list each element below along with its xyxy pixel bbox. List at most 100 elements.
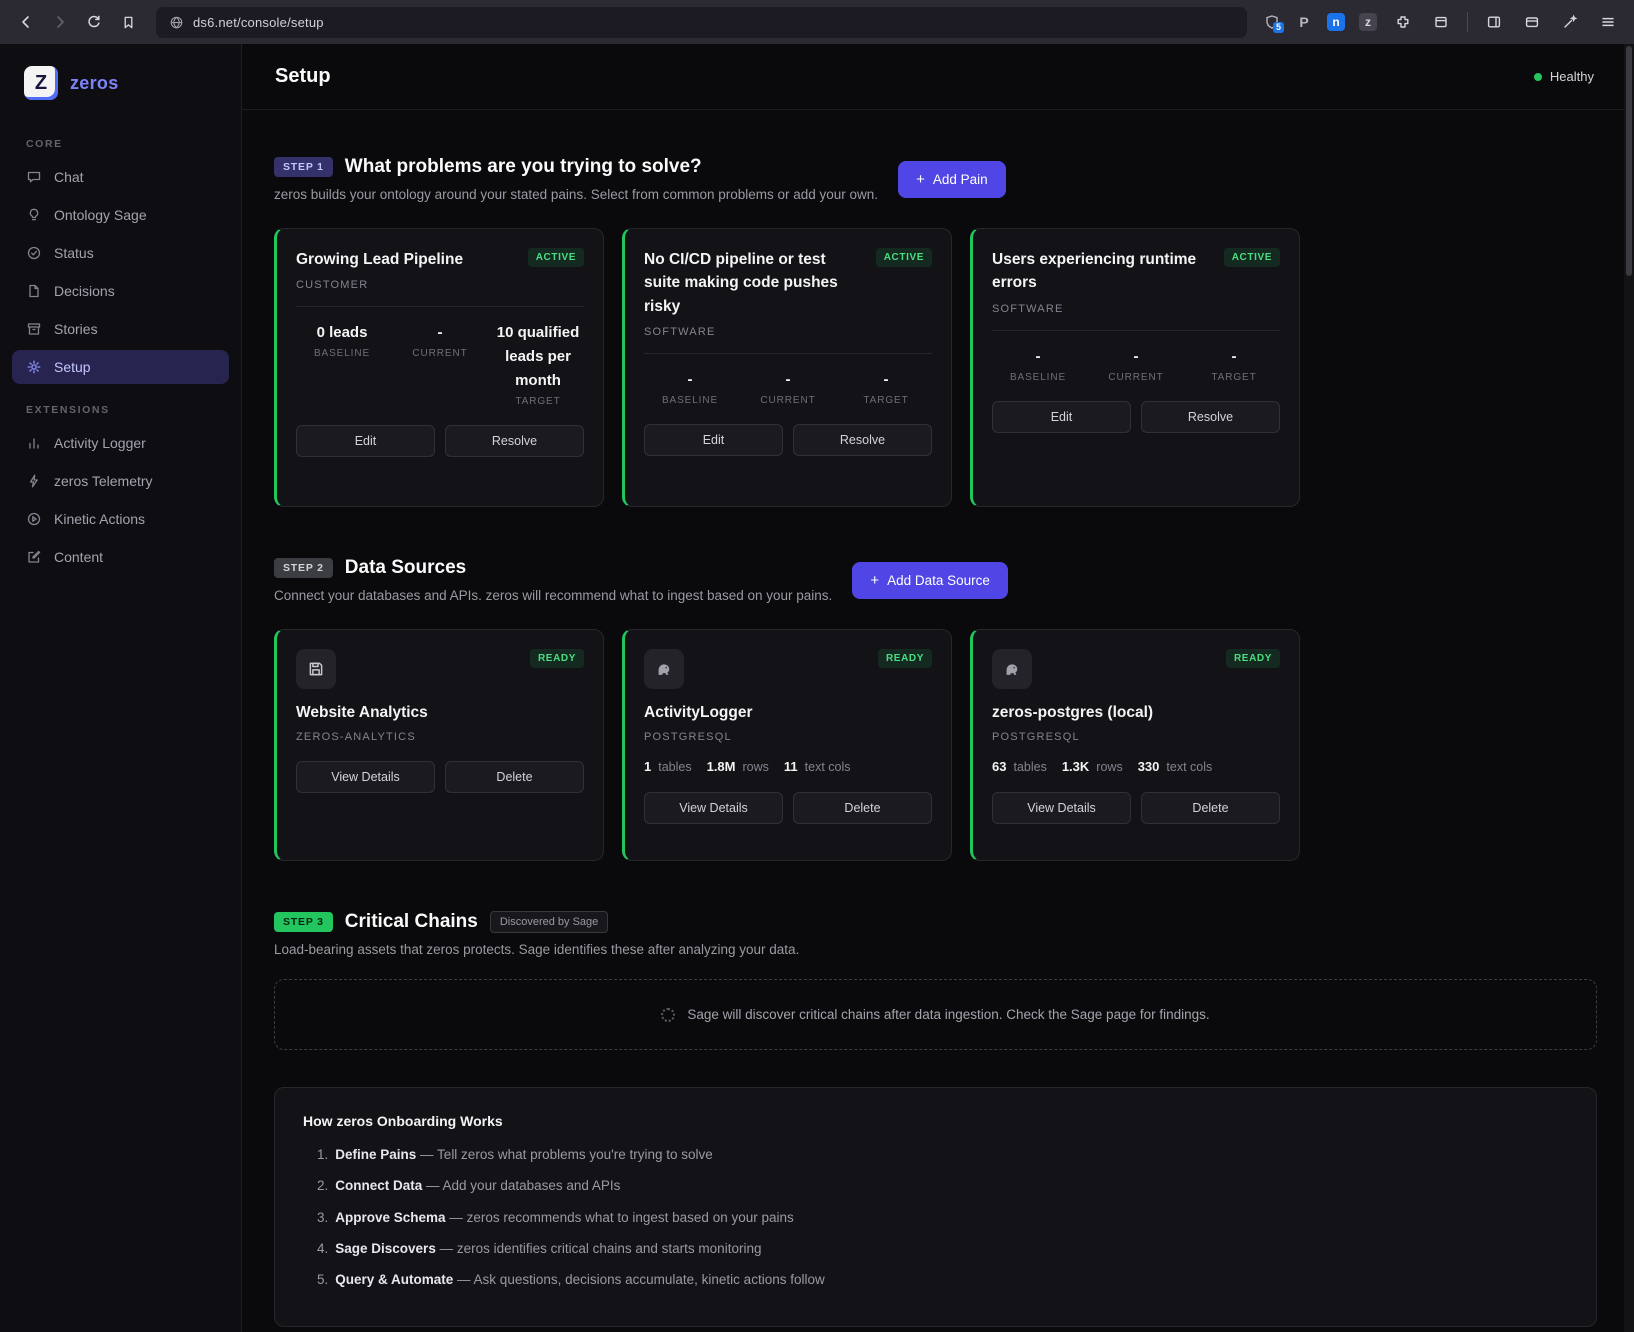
extension-icon-s5[interactable]: 5: [1259, 9, 1285, 35]
wallet-button[interactable]: [1516, 7, 1548, 37]
sidebar-item-content[interactable]: Content: [12, 540, 229, 574]
container-icon: [1433, 14, 1449, 30]
step2-title: Data Sources: [345, 557, 466, 579]
extension-icon-n[interactable]: n: [1323, 9, 1349, 35]
target-label: TARGET: [840, 395, 932, 406]
step1-subtitle: zeros builds your ontology around your s…: [274, 187, 878, 202]
bar-chart-icon: [26, 435, 42, 451]
sidebar-item-ontology-sage[interactable]: Ontology Sage: [12, 198, 229, 232]
sidebar-item-zeros-telemetry[interactable]: zeros Telemetry: [12, 464, 229, 498]
sidebar-item-chat[interactable]: Chat: [12, 160, 229, 194]
ready-badge: READY: [878, 649, 932, 668]
resolve-button[interactable]: Resolve: [793, 424, 932, 456]
onboarding-step-1: 1.Define Pains — Tell zeros what problem…: [317, 1145, 1568, 1165]
target-value: -: [1188, 345, 1280, 369]
step2-section: STEP 2 Data Sources Connect your databas…: [274, 557, 1597, 861]
extension-icon-p[interactable]: P: [1291, 9, 1317, 35]
container-button[interactable]: [1425, 7, 1457, 37]
divider: [644, 353, 932, 354]
current-label: CURRENT: [1090, 372, 1182, 383]
lightning-icon: [26, 473, 42, 489]
textcols-count: 11: [784, 759, 798, 774]
page-scrollbar[interactable]: [1624, 44, 1634, 1332]
target-label: TARGET: [492, 396, 584, 407]
reload-button[interactable]: [78, 7, 110, 37]
brand[interactable]: Z zeros: [0, 44, 241, 120]
onboarding-step-4: 4.Sage Discovers — zeros identifies crit…: [317, 1239, 1568, 1259]
bookmark-icon: [121, 15, 136, 30]
extensions-puzzle-button[interactable]: [1387, 7, 1419, 37]
baseline-value: -: [644, 368, 736, 392]
bookmark-button[interactable]: [112, 7, 144, 37]
sidebar-toggle-button[interactable]: [1478, 7, 1510, 37]
url-bar[interactable]: ds6.net/console/setup: [156, 7, 1247, 38]
back-button[interactable]: [10, 7, 42, 37]
browser-toolbar: ds6.net/console/setup 5 P n z: [0, 0, 1634, 44]
sidebar-item-decisions[interactable]: Decisions: [12, 274, 229, 308]
forward-button[interactable]: [44, 7, 76, 37]
extension-badge: 5: [1273, 22, 1284, 33]
postgres-elephant-icon: [644, 649, 684, 689]
toolbar-divider: [1467, 12, 1468, 32]
pencil-square-icon: [26, 549, 42, 565]
add-data-source-button[interactable]: + Add Data Source: [852, 562, 1008, 599]
extensions-section-label: EXTENSIONS: [0, 386, 241, 424]
edit-button[interactable]: Edit: [992, 401, 1131, 433]
tables-count: 1: [644, 759, 651, 774]
onboarding-step-3: 3.Approve Schema — zeros recommends what…: [317, 1208, 1568, 1228]
sidebar-item-stories[interactable]: Stories: [12, 312, 229, 346]
extension-icon-z[interactable]: z: [1355, 9, 1381, 35]
sidebar-item-setup[interactable]: Setup: [12, 350, 229, 384]
wand-button[interactable]: [1554, 7, 1586, 37]
url-text: ds6.net/console/setup: [193, 15, 324, 30]
reload-icon: [86, 14, 102, 30]
pain-title: Users experiencing runtime errors: [992, 248, 1214, 295]
active-badge: ACTIVE: [1224, 248, 1280, 267]
datasource-name: zeros-postgres (local): [992, 704, 1280, 722]
check-circle-icon: [26, 245, 42, 261]
current-value: -: [394, 321, 486, 345]
pain-card-growing-lead-pipeline: Growing Lead Pipeline CUSTOMER ACTIVE 0 …: [274, 228, 604, 507]
sidebar-item-kinetic-actions[interactable]: Kinetic Actions: [12, 502, 229, 536]
sidebar-item-activity-logger[interactable]: Activity Logger: [12, 426, 229, 460]
current-value: -: [1090, 345, 1182, 369]
step2-subtitle: Connect your databases and APIs. zeros w…: [274, 588, 832, 603]
view-details-button[interactable]: View Details: [296, 761, 435, 793]
delete-button[interactable]: Delete: [1141, 792, 1280, 824]
sidebar-item-status[interactable]: Status: [12, 236, 229, 270]
view-details-button[interactable]: View Details: [992, 792, 1131, 824]
pain-card-cicd: No CI/CD pipeline or test suite making c…: [622, 228, 952, 507]
step3-title: Critical Chains: [345, 911, 478, 933]
delete-button[interactable]: Delete: [445, 761, 584, 793]
baseline-label: BASELINE: [992, 372, 1084, 383]
divider: [992, 330, 1280, 331]
toolbar-extensions: 5 P n z: [1259, 7, 1624, 37]
plus-icon: +: [870, 573, 879, 588]
delete-button[interactable]: Delete: [793, 792, 932, 824]
page-header: Setup Healthy: [242, 44, 1634, 110]
menu-button[interactable]: [1592, 7, 1624, 37]
step1-title: What problems are you trying to solve?: [345, 156, 702, 178]
puzzle-icon: [1395, 14, 1411, 30]
sidebar: Z zeros CORE Chat Ontology Sage Status D…: [0, 44, 242, 1332]
datasource-type: POSTGRESQL: [644, 731, 932, 743]
view-details-button[interactable]: View Details: [644, 792, 783, 824]
archive-icon: [26, 321, 42, 337]
ready-badge: READY: [1226, 649, 1280, 668]
scrollbar-thumb[interactable]: [1626, 46, 1632, 276]
resolve-button[interactable]: Resolve: [445, 425, 584, 457]
edit-button[interactable]: Edit: [644, 424, 783, 456]
current-value: -: [742, 368, 834, 392]
rows-count: 1.8M: [707, 759, 736, 774]
datasource-stats: 1tables 1.8Mrows 11text cols: [644, 759, 932, 774]
chat-icon: [26, 169, 42, 185]
datasource-type: POSTGRESQL: [992, 731, 1280, 743]
lightbulb-icon: [26, 207, 42, 223]
wallet-icon: [1524, 14, 1540, 30]
add-pain-button[interactable]: + Add Pain: [898, 161, 1006, 198]
step3-section: STEP 3 Critical Chains Discovered by Sag…: [274, 911, 1597, 1050]
globe-icon: [169, 15, 184, 30]
edit-button[interactable]: Edit: [296, 425, 435, 457]
resolve-button[interactable]: Resolve: [1141, 401, 1280, 433]
main-panel: Setup Healthy STEP 1 What problems are y…: [242, 44, 1634, 1332]
